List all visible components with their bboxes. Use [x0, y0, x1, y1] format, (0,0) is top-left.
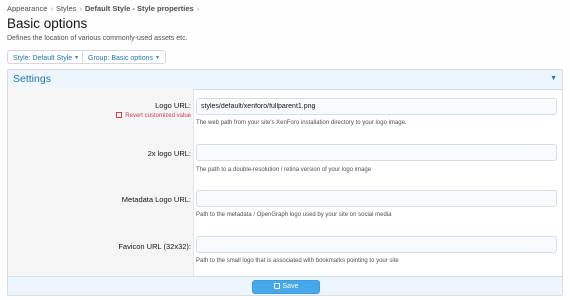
group-select-label: Group: Basic options	[88, 55, 153, 62]
caret-down-icon: ▼	[154, 55, 160, 61]
save-button[interactable]: Save	[252, 280, 320, 294]
revert-label: Revert customized value	[125, 113, 191, 119]
metadata-logo-url-input[interactable]	[196, 190, 557, 207]
logo-url-label: Logo URL:	[155, 101, 191, 110]
section-title: Settings	[13, 73, 51, 85]
favicon-url-hint: Path to the small logo that is associate…	[196, 258, 399, 264]
breadcrumb-separator-icon: ›	[79, 4, 82, 13]
retina-logo-url-input[interactable]	[196, 144, 557, 161]
settings-block: Settings ▼ Logo URL: Revert customized v…	[7, 69, 563, 296]
breadcrumb-separator-icon: ›	[196, 4, 200, 13]
checkbox-icon[interactable]	[116, 112, 123, 118]
favicon-url-input[interactable]	[196, 236, 557, 253]
form-body: Logo URL: Revert customized value The we…	[8, 89, 562, 276]
caret-down-icon: ▼	[74, 55, 80, 61]
save-icon	[273, 283, 280, 289]
revert-customized-checkbox[interactable]: Revert customized value	[116, 112, 191, 119]
settings-header: Settings ▼	[8, 70, 562, 90]
breadcrumb-item-style-properties[interactable]: Default Style - Style properties	[85, 4, 194, 13]
page-title: Basic options	[7, 16, 88, 31]
favicon-url-label: Favicon URL (32x32):	[118, 242, 191, 251]
logo-url-hint: The web path from your site's XenForo in…	[196, 120, 407, 126]
save-button-label: Save	[282, 283, 299, 290]
breadcrumb-item-styles[interactable]: Styles	[56, 4, 76, 13]
submit-row: Save	[8, 276, 562, 295]
style-select-button[interactable]: Style: Default Style ▼	[7, 50, 86, 64]
breadcrumb: Appearance › Styles › Default Style - Style …	[7, 4, 202, 13]
metadata-logo-url-label: Metadata Logo URL:	[121, 195, 191, 204]
metadata-logo-url-hint: Path to the metadata / OpenGraph logo us…	[196, 212, 392, 218]
retina-logo-url-label: 2x logo URL:	[147, 149, 191, 158]
breadcrumb-item-appearance[interactable]: Appearance	[7, 4, 47, 13]
retina-logo-url-hint: The path to a double-resolution / retina…	[196, 167, 372, 173]
chevron-down-icon[interactable]: ▼	[550, 75, 557, 82]
logo-url-input[interactable]	[196, 98, 557, 115]
breadcrumb-separator-icon: ›	[50, 4, 53, 13]
group-select-button[interactable]: Group: Basic options ▼	[82, 50, 166, 64]
style-select-label: Style: Default Style	[13, 55, 73, 62]
page-description: Defines the location of various commonly…	[7, 35, 188, 42]
